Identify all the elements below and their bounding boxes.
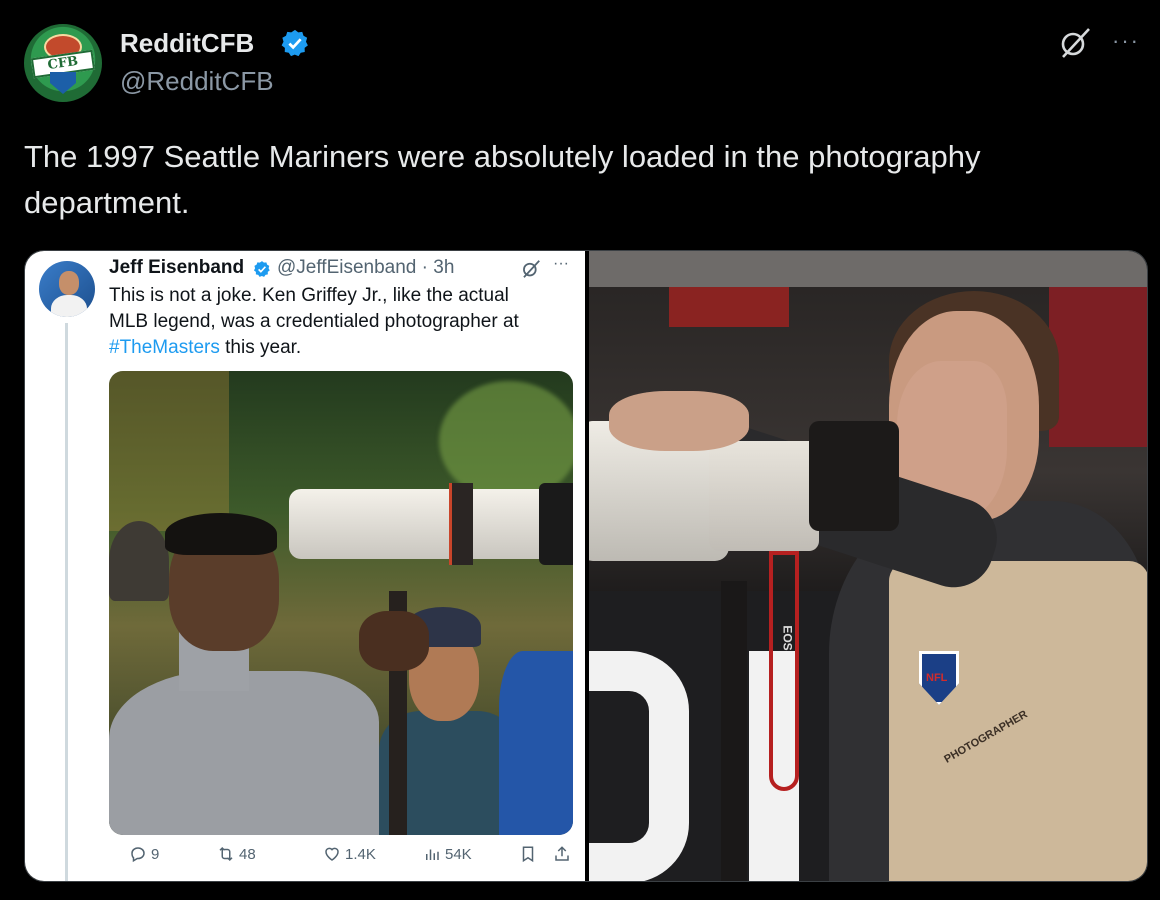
telephoto-lens bbox=[289, 489, 559, 559]
post-text: The 1997 Seattle Mariners were absolutel… bbox=[24, 139, 981, 220]
quoted-body-line: #TheMasters this year. bbox=[109, 335, 569, 361]
strap-text: EOS bbox=[780, 625, 795, 651]
quoted-author-name: Jeff Eisenband bbox=[109, 257, 245, 278]
photographer-hair bbox=[165, 513, 277, 555]
board-letter bbox=[589, 651, 689, 881]
repost-action: 48 bbox=[217, 845, 256, 863]
author-avatar[interactable]: CFB bbox=[24, 24, 102, 102]
thread-line bbox=[65, 323, 68, 881]
photographer-body bbox=[109, 671, 379, 835]
monopod bbox=[721, 581, 747, 881]
quoted-handle-time: @JeffEisenband · 3h bbox=[277, 257, 455, 278]
author-handle[interactable]: @RedditCFB bbox=[120, 66, 274, 97]
photographer-hand bbox=[359, 611, 429, 671]
more-icon: ··· bbox=[553, 255, 569, 272]
bookmark-icon bbox=[522, 846, 534, 863]
like-count: 1.4K bbox=[345, 845, 376, 863]
quoted-body-tail: this year. bbox=[219, 337, 302, 358]
camera-strap bbox=[769, 551, 799, 791]
johnson-photo: NFL PHOTOGRAPHER EOS bbox=[589, 251, 1147, 881]
lens-front bbox=[539, 483, 573, 565]
quoted-action-bar: 9 48 1.4K 54K bbox=[109, 845, 569, 869]
repost-icon bbox=[219, 846, 233, 862]
avatar-face bbox=[59, 271, 79, 295]
like-icon bbox=[325, 847, 339, 861]
views-icon bbox=[426, 849, 439, 860]
quoted-body-line: MLB legend, was a credentialed photograp… bbox=[109, 311, 519, 332]
background-crowd bbox=[669, 287, 789, 327]
quoted-body-line: This is not a joke. Ken Griffey Jr., lik… bbox=[109, 285, 509, 306]
griffey-photo bbox=[109, 371, 573, 835]
background-person bbox=[109, 521, 169, 601]
blue-jacket bbox=[499, 651, 573, 835]
views-count: 54K bbox=[445, 845, 472, 863]
quoted-body: This is not a joke. Ken Griffey Jr., lik… bbox=[109, 283, 569, 361]
quoted-avatar bbox=[39, 261, 95, 317]
camera-body bbox=[809, 421, 899, 531]
repost-count: 48 bbox=[239, 845, 256, 863]
verified-badge-icon bbox=[253, 261, 270, 277]
bookmark-action bbox=[519, 845, 537, 863]
avatar-shield bbox=[50, 72, 76, 94]
background-beam bbox=[589, 251, 1147, 287]
grok-icon[interactable] bbox=[1058, 26, 1092, 60]
board-lettering bbox=[589, 651, 839, 881]
reply-count: 9 bbox=[151, 845, 160, 863]
telephoto-lens-body bbox=[709, 441, 819, 551]
views-action: 54K bbox=[423, 845, 472, 863]
reply-icon bbox=[131, 847, 145, 863]
reply-action: 9 bbox=[129, 845, 159, 863]
share-action bbox=[553, 845, 571, 863]
post-media[interactable]: Jeff Eisenband @JeffEisenband · 3h ··· T… bbox=[24, 250, 1148, 882]
grok-icon bbox=[523, 260, 540, 278]
lens-ring bbox=[449, 483, 473, 565]
photographer-hand bbox=[609, 391, 749, 451]
avatar-shirt bbox=[51, 295, 87, 317]
background-crowd bbox=[1049, 287, 1147, 447]
more-icon[interactable]: ··· bbox=[1112, 28, 1146, 56]
author-name[interactable]: RedditCFB bbox=[120, 28, 254, 59]
background-blur bbox=[109, 371, 229, 531]
embedded-tweet-screenshot: Jeff Eisenband @JeffEisenband · 3h ··· T… bbox=[25, 251, 585, 881]
nfl-logo-text: NFL bbox=[926, 672, 948, 684]
share-icon bbox=[555, 846, 569, 861]
verified-badge-icon bbox=[281, 29, 308, 57]
hashtag-link: #TheMasters bbox=[109, 337, 220, 358]
like-action: 1.4K bbox=[323, 845, 376, 863]
